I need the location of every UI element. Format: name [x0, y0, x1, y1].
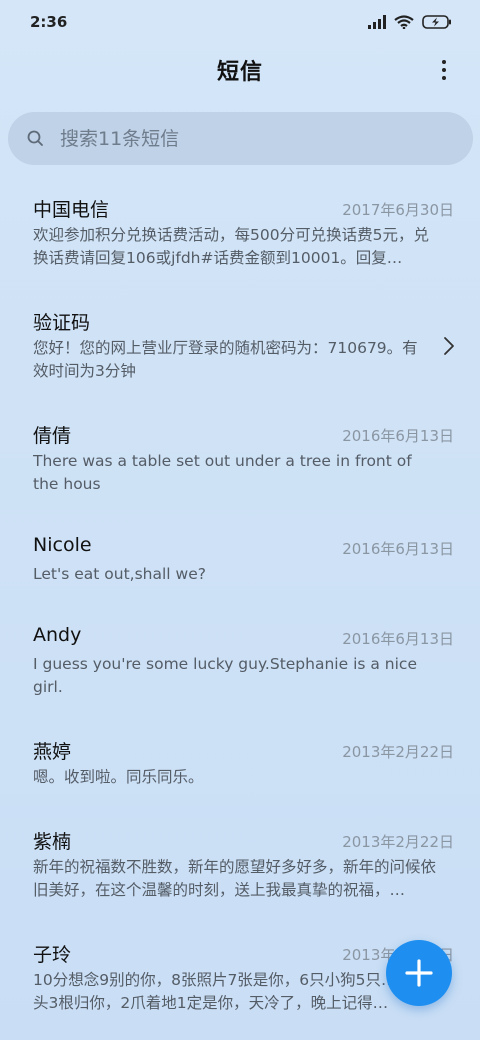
message-item-6[interactable]: 紫楠 2013年2月22日 新年的祝福数不胜数，新年的愿望好多好多，新年的问候依…: [0, 812, 480, 920]
search-bar[interactable]: [8, 112, 473, 165]
message-preview: 新年的祝福数不胜数，新年的愿望好多好多，新年的问候依旧美好，在这个温馨的时刻，送…: [33, 858, 437, 899]
chevron-right-icon: [444, 337, 454, 355]
message-sender: Nicole: [33, 534, 92, 556]
page-title: 短信: [216, 60, 263, 85]
signal-icon: [368, 15, 386, 29]
message-date: 2013年2月22日: [342, 743, 454, 761]
message-preview: 您好！您的网上营业厅登录的随机密码为：710679。有效时间为3分钟: [33, 339, 418, 380]
message-date: 2013年2月22日: [342, 833, 454, 851]
message-preview: I guess you're some lucky guy.Stephanie …: [33, 655, 417, 696]
search-input[interactable]: [60, 127, 440, 150]
message-item-1[interactable]: 验证码 您好！您的网上营业厅登录的随机密码为：710679。有效时间为3分钟: [0, 293, 480, 401]
message-date: 2016年6月13日: [342, 427, 454, 445]
message-sender: Andy: [33, 624, 82, 646]
message-preview: 欢迎参加积分兑换话费活动，每500分可兑换话费5元，兑换话费请回复106或jfd…: [33, 226, 429, 267]
message-sender: 子玲: [33, 944, 72, 966]
message-preview: Let's eat out,shall we?: [33, 565, 206, 583]
message-date: 2016年6月13日: [342, 630, 454, 648]
message-sender: 中国电信: [33, 199, 110, 221]
message-item-0[interactable]: 中国电信 2017年6月30日 欢迎参加积分兑换话费活动，每500分可兑换话费5…: [0, 180, 480, 288]
message-preview: 10分想念9别的你，8张照片7张是你，6只小狗5只…4根骨头3根归你，2爪着地1…: [33, 971, 438, 1012]
message-sender: 验证码: [33, 312, 91, 334]
message-date: 2016年6月13日: [342, 540, 454, 558]
search-icon: [27, 130, 43, 146]
message-item-4[interactable]: Andy 2016年6月13日 I guess you're some luck…: [0, 609, 480, 717]
compose-button[interactable]: [386, 940, 452, 1006]
message-sender: 紫楠: [33, 831, 72, 853]
status-bar: 2:36: [0, 0, 480, 44]
message-preview: There was a table set out under a tree i…: [33, 452, 412, 493]
message-date: 2017年6月30日: [342, 201, 454, 219]
message-item-2[interactable]: 倩倩 2016年6月13日 There was a table set out …: [0, 406, 480, 514]
title-bar: 短信: [0, 44, 480, 96]
message-preview: 嗯。收到啦。同乐同乐。: [33, 768, 204, 786]
status-icons: [368, 15, 452, 29]
battery-charging-icon: [422, 15, 451, 29]
message-item-3[interactable]: Nicole 2016年6月13日 Let's eat out,shall we…: [0, 519, 480, 604]
message-sender: 燕婷: [33, 741, 72, 763]
status-time: 2:36: [30, 13, 68, 31]
plus-icon: [405, 959, 433, 987]
more-vertical-icon[interactable]: [434, 56, 454, 84]
message-sender: 倩倩: [33, 425, 72, 447]
message-item-5[interactable]: 燕婷 2013年2月22日 嗯。收到啦。同乐同乐。: [0, 722, 480, 807]
wifi-icon: [394, 15, 414, 29]
